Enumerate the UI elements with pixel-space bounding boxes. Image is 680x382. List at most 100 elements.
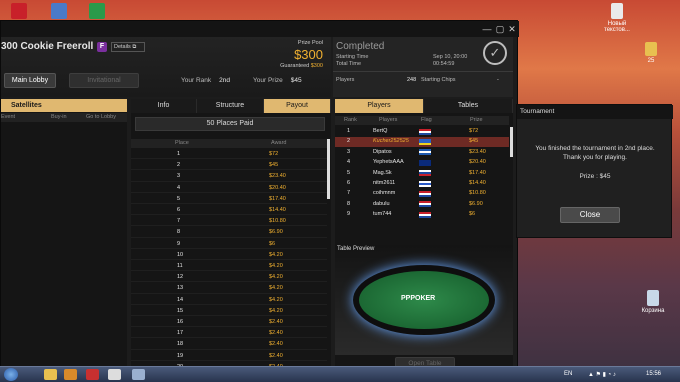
players-scrollbar[interactable] [510, 127, 513, 157]
column-event[interactable]: Event [1, 114, 15, 120]
desktop-icon-folder[interactable]: 25 [636, 42, 666, 64]
tab-info[interactable]: Info [131, 99, 197, 113]
guaranteed-value: $300 [310, 63, 323, 69]
divider [333, 71, 513, 72]
country-flag-icon [419, 170, 431, 177]
player-prize: $45 [469, 138, 479, 145]
payout-scrollbar[interactable] [327, 139, 330, 199]
column-go-to-lobby[interactable]: Go to Lobby [86, 114, 116, 120]
desktop-icon-app-1[interactable] [4, 3, 34, 21]
desktop-icon-label: Корзина [641, 308, 665, 314]
taskbar-explorer-icon[interactable] [44, 369, 57, 380]
tab-structure[interactable]: Structure [197, 99, 264, 113]
player-rank: 4 [347, 159, 351, 166]
table-logo: PPPOKER [401, 295, 436, 302]
payout-row: 7 $10.80 [131, 217, 327, 227]
tray-icons[interactable]: ▲ ⚑ ▮ ◔ ♪ [588, 371, 616, 378]
payout-row: 17 $2.40 [131, 329, 327, 339]
player-row[interactable]: 7 coihmnm $10.80 [335, 189, 509, 198]
desktop-icon-app-3[interactable] [82, 3, 112, 21]
player-rank: 2 [347, 138, 351, 145]
country-flag-icon [419, 190, 431, 197]
taskbar-poker-icon[interactable] [108, 369, 121, 380]
player-prize: $6.90 [469, 200, 483, 207]
payout-row: 14 $4.20 [131, 296, 327, 305]
guaranteed-line: Guaranteed $300 [280, 63, 323, 69]
desktop-icon-recycle-bin[interactable]: Корзина [636, 290, 670, 314]
country-flag-icon [419, 149, 431, 156]
payout-row: 4 $20.40 [131, 184, 327, 193]
payout-row: 1 $72 [131, 150, 327, 160]
status-panel: Completed Starting Time Total Time Sep 1… [333, 37, 513, 97]
players-list: 1 BertQ $72 2 Kucher252525 $45 3 Dipatos $23.40 4… [335, 127, 509, 222]
desktop-icon-text-file[interactable]: Новый текстов... [600, 3, 634, 33]
payout-row: 6 $14.40 [131, 206, 327, 216]
payout-award: $4.20 [269, 285, 283, 292]
starting-time-label: Starting Time [336, 54, 369, 60]
player-row[interactable]: 3 Dipatos $23.40 [335, 148, 509, 157]
player-row[interactable]: 9 tum744 $6 [335, 210, 509, 219]
taskbar-media-icon[interactable] [64, 369, 77, 380]
player-row[interactable]: 2 Kucher252525 $45 [335, 137, 509, 147]
main-lobby-button[interactable]: Main Lobby [4, 73, 56, 88]
folder-icon [645, 42, 657, 56]
guaranteed-label: Guaranteed [280, 63, 310, 69]
close-button[interactable]: Close [560, 207, 620, 223]
minimize-icon[interactable]: — [481, 23, 493, 35]
player-row[interactable]: 4 YephetsAAA $20.40 [335, 158, 509, 167]
your-rank: Your Rank 2nd [181, 77, 230, 84]
dialog-prize: Prize : $45 [579, 173, 611, 180]
player-row[interactable]: 6 nitm2611 $14.40 [335, 179, 509, 188]
payout-award: $10.80 [269, 218, 286, 225]
payout-award: $17.40 [269, 195, 286, 202]
satellites-column-header: Event Buy-in Go to Lobby [1, 113, 127, 122]
invitational-button[interactable]: Invitational [69, 73, 139, 88]
payout-award: $23.40 [269, 173, 286, 180]
players-value: 248 [407, 77, 417, 83]
taskbar-window-icon[interactable] [132, 369, 145, 380]
payout-place: 4 [177, 184, 181, 191]
payout-place: 3 [177, 173, 181, 180]
tab-players[interactable]: Players [335, 99, 424, 113]
details-button[interactable]: Details ⧉ [111, 42, 145, 52]
players-label: Players [336, 77, 355, 83]
payout-award: $72 [269, 151, 279, 157]
payout-award: $4.20 [269, 274, 283, 281]
column-award: Award [271, 140, 287, 146]
payout-award: $45 [269, 162, 279, 169]
player-row[interactable]: 5 Mag.Sk $17.40 [335, 169, 509, 178]
column-buy-in[interactable]: Buy-in [51, 114, 67, 120]
player-row[interactable]: 1 BertQ $72 [335, 127, 509, 136]
player-name: Dipatos [373, 148, 392, 155]
payout-award: $4.20 [269, 307, 283, 314]
language-indicator[interactable]: EN [564, 371, 572, 377]
your-prize: Your Prize $45 [253, 77, 302, 84]
satellites-panel: Satellites Event Buy-in Go to Lobby [1, 99, 127, 373]
player-row[interactable]: 8 dabulu $6.90 [335, 200, 509, 209]
desktop-icon-app-2[interactable] [44, 3, 74, 21]
your-prize-value: $45 [290, 77, 302, 84]
prize-pool-label: Prize Pool [297, 40, 323, 46]
start-icon[interactable] [4, 368, 18, 381]
players-column-header: Rank Players Flag Prize [335, 116, 509, 125]
clock[interactable]: 15:56 [646, 371, 661, 377]
payout-award: $6.90 [269, 229, 283, 236]
payout-column-header: Place Award [131, 139, 327, 148]
tab-payout[interactable]: Payout [264, 99, 331, 113]
tab-tables[interactable]: Tables [424, 99, 513, 113]
payout-row: 9 $6 [131, 240, 327, 249]
payout-award: $4.20 [269, 251, 283, 258]
column-place: Place [175, 140, 189, 146]
country-flag-icon [419, 201, 431, 208]
close-icon[interactable]: ✕ [506, 23, 518, 35]
your-rank-label: Your Rank [181, 77, 212, 84]
payout-award: $4.20 [269, 263, 283, 269]
taskbar-app-icon[interactable] [86, 369, 99, 380]
taskbar: EN ▲ ⚑ ▮ ◔ ♪ 15:56 [0, 366, 680, 382]
payout-row: 3 $23.40 [131, 172, 327, 182]
column-prize: Prize [470, 117, 483, 123]
restore-icon[interactable]: ▢ [494, 23, 506, 35]
country-flag-icon [419, 128, 431, 135]
player-prize: $72 [469, 128, 479, 134]
player-rank: 9 [347, 211, 351, 218]
